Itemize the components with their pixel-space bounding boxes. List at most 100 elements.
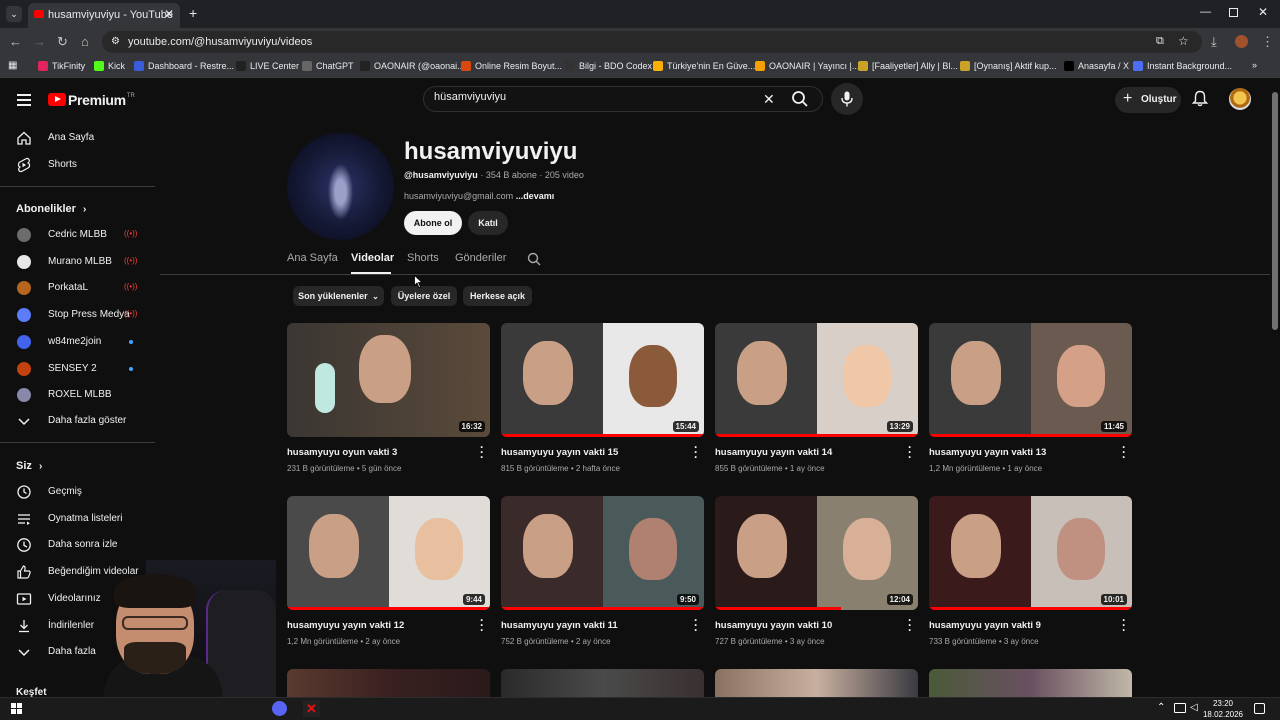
bookmark-item[interactable]: OAONAIR (@oaonai...: [360, 61, 465, 71]
browser-menu-icon[interactable]: ⋮: [1261, 34, 1274, 50]
sidebar-item-home[interactable]: Ana Sayfa: [0, 126, 155, 150]
home-icon[interactable]: ⌂: [81, 34, 89, 49]
bookmark-item[interactable]: ChatGPT: [302, 61, 354, 71]
sidebar-item-you[interactable]: Daha sonra izle: [0, 533, 155, 557]
video-thumbnail-partial[interactable]: [287, 669, 490, 697]
tab-posts[interactable]: Gönderiler: [455, 252, 506, 264]
sidebar-subscription-item[interactable]: Cedric MLBB ((•)): [0, 223, 155, 247]
join-button[interactable]: Katıl: [468, 211, 508, 235]
video-thumbnail[interactable]: 12:04: [715, 496, 918, 610]
video-options-icon[interactable]: · · ·: [694, 614, 698, 636]
youtube-premium-logo[interactable]: PremiumTR: [48, 92, 135, 110]
video-thumbnail-partial[interactable]: [501, 669, 704, 697]
discord-taskbar-icon[interactable]: [272, 701, 287, 716]
sidebar-subscription-item[interactable]: ROXEL MLBB: [0, 383, 155, 407]
search-button[interactable]: [791, 90, 809, 113]
bookmark-item[interactable]: [Oynanış] Aktif kup...: [960, 61, 1057, 71]
video-options-icon[interactable]: · · ·: [480, 441, 484, 463]
video-options-icon[interactable]: · · ·: [1122, 441, 1126, 463]
browser-tab[interactable]: husamviyuviyu - YouTube ✕: [28, 3, 180, 28]
bookmark-item[interactable]: Türkiye'nin En Güve...: [653, 61, 755, 71]
sidebar-subscription-item[interactable]: Stop Press Medya ((•)): [0, 303, 155, 327]
chip-latest[interactable]: Son yüklenenler ⌄: [293, 286, 384, 306]
network-icon[interactable]: [1174, 703, 1186, 713]
sidebar-subscription-item[interactable]: Murano MLBB ((•)): [0, 250, 155, 274]
notifications-button[interactable]: [1191, 90, 1209, 112]
new-tab-button[interactable]: +: [189, 5, 197, 21]
video-title[interactable]: husamyuyu yayın vakti 13: [929, 447, 1046, 458]
you-heading[interactable]: Siz ›: [16, 460, 42, 472]
tray-chevron-icon[interactable]: ⌃: [1157, 702, 1165, 713]
video-options-icon[interactable]: · · ·: [1122, 614, 1126, 636]
minimize-window-button[interactable]: —: [1200, 6, 1211, 18]
windows-start-icon[interactable]: [11, 703, 22, 714]
video-title[interactable]: husamyuyu yayın vakti 12: [287, 620, 404, 631]
chip-members-only[interactable]: Üyelere özel: [391, 286, 457, 306]
more-link[interactable]: ...devamı: [516, 191, 555, 201]
sidebar-subscription-item[interactable]: w84me2join: [0, 330, 155, 354]
more-bookmarks-icon[interactable]: »: [1252, 60, 1257, 70]
video-options-icon[interactable]: · · ·: [908, 614, 912, 636]
profile-avatar-icon[interactable]: [1235, 35, 1248, 48]
bookmark-star-icon[interactable]: ☆: [1178, 34, 1189, 48]
bookmark-item[interactable]: OAONAIR | Yayıncı |...: [755, 61, 859, 71]
sidebar-item-you[interactable]: Geçmiş: [0, 480, 155, 504]
create-button[interactable]: + Oluştur: [1115, 87, 1181, 113]
taskbar-clock[interactable]: 23:20 18.02.2026: [1200, 698, 1246, 720]
reload-icon[interactable]: ↻: [57, 34, 68, 50]
subscriptions-heading[interactable]: Abonelikler ›: [16, 203, 86, 215]
bookmark-item[interactable]: [Faaliyetler] Ally | Bl...: [858, 61, 958, 71]
video-thumbnail[interactable]: 9:50: [501, 496, 704, 610]
video-options-icon[interactable]: · · ·: [480, 614, 484, 636]
url-field[interactable]: ⚙ youtube.com/@husamviyuviyu/videos ⧉ ☆: [102, 31, 1202, 53]
chip-public[interactable]: Herkese açık: [463, 286, 532, 306]
guide-menu-icon[interactable]: [17, 94, 31, 106]
video-options-icon[interactable]: · · ·: [908, 441, 912, 463]
close-tab-icon[interactable]: ✕: [164, 7, 174, 21]
sidebar-item-you[interactable]: Oynatma listeleri: [0, 507, 155, 531]
app-taskbar-icon[interactable]: ✕: [303, 700, 320, 717]
tab-search-button[interactable]: ⌄: [6, 6, 22, 22]
video-options-icon[interactable]: · · ·: [694, 441, 698, 463]
voice-search-button[interactable]: [831, 83, 863, 115]
subscribe-button[interactable]: Abone ol: [404, 211, 462, 235]
site-info-icon[interactable]: ⚙: [111, 36, 120, 47]
install-app-icon[interactable]: ⧉: [1156, 35, 1164, 48]
video-thumbnail[interactable]: 11:45: [929, 323, 1132, 437]
back-arrow-icon[interactable]: ←: [9, 34, 22, 49]
tab-shorts[interactable]: Shorts: [407, 252, 439, 264]
forward-arrow-icon[interactable]: →: [33, 34, 46, 49]
account-avatar[interactable]: [1229, 88, 1251, 110]
restore-window-button[interactable]: [1229, 8, 1238, 17]
sidebar-subscription-item[interactable]: SENSEY 2: [0, 357, 155, 381]
page-scrollbar[interactable]: [1270, 80, 1280, 700]
video-title[interactable]: husamyuyu yayın vakti 15: [501, 447, 618, 458]
close-window-button[interactable]: ✕: [1258, 5, 1268, 19]
video-title[interactable]: husamyuyu yayın vakti 11: [501, 620, 618, 631]
sidebar-item-shorts[interactable]: Shorts: [0, 153, 155, 177]
video-title[interactable]: husamyuyu yayın vakti 9: [929, 620, 1041, 631]
channel-description[interactable]: husamviyuviyu@gmail.com ...devamı: [404, 191, 554, 201]
download-icon[interactable]: ⤓: [1211, 34, 1217, 50]
bookmark-item[interactable]: Online Resim Boyut...: [461, 61, 562, 71]
sidebar-show-more[interactable]: Daha fazla göster: [0, 409, 155, 433]
sidebar-subscription-item[interactable]: PorkataL ((•)): [0, 276, 155, 300]
bookmark-item[interactable]: Bilgi - BDO Codex: [565, 61, 652, 71]
bookmark-item[interactable]: Kick: [94, 61, 125, 71]
bookmark-item[interactable]: Dashboard - Restre...: [134, 61, 234, 71]
clear-search-icon[interactable]: ✕: [763, 91, 775, 108]
channel-search-button[interactable]: [527, 252, 541, 271]
bookmark-item[interactable]: Anasayfa / X: [1064, 61, 1129, 71]
apps-grid-icon[interactable]: ▦: [8, 60, 17, 71]
bookmark-item[interactable]: LIVE Center: [236, 61, 299, 71]
tab-home[interactable]: Ana Sayfa: [287, 252, 338, 264]
video-thumbnail-partial[interactable]: [715, 669, 918, 697]
notification-center-icon[interactable]: [1254, 703, 1265, 714]
video-thumbnail[interactable]: 16:32: [287, 323, 490, 437]
video-thumbnail[interactable]: 10:01: [929, 496, 1132, 610]
volume-icon[interactable]: ◁: [1190, 702, 1198, 713]
video-thumbnail[interactable]: 13:29: [715, 323, 918, 437]
video-title[interactable]: husamyuyu yayın vakti 10: [715, 620, 832, 631]
bookmark-item[interactable]: Instant Background...: [1133, 61, 1232, 71]
scrollbar-thumb[interactable]: [1272, 92, 1278, 330]
